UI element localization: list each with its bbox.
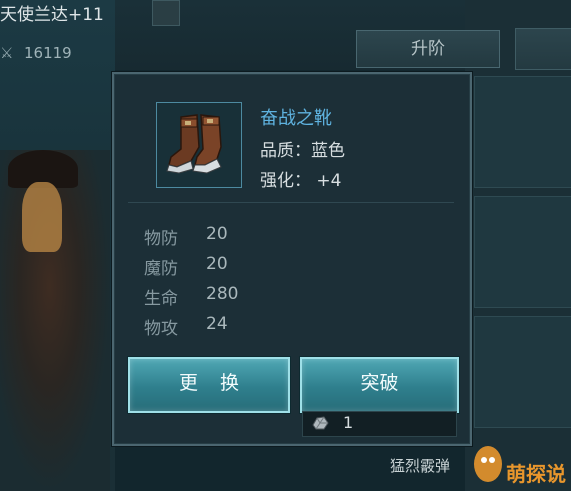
divider bbox=[128, 202, 454, 203]
skill-label: 猛烈霰弹 bbox=[390, 457, 451, 475]
replace-button[interactable]: 更换 bbox=[128, 357, 290, 413]
equipment-slot[interactable] bbox=[474, 316, 571, 428]
stat-value: 20 bbox=[206, 254, 228, 274]
item-icon-frame bbox=[156, 102, 242, 188]
menu-icon[interactable] bbox=[152, 0, 180, 26]
boots-icon bbox=[166, 114, 222, 174]
stat-label: 生命 bbox=[144, 289, 178, 309]
watermark-text: 萌探说 bbox=[506, 462, 566, 486]
ore-icon bbox=[312, 416, 329, 430]
stat-row: 物防 20 bbox=[144, 224, 228, 249]
watermark-logo-icon bbox=[474, 446, 502, 482]
side-tab[interactable] bbox=[515, 28, 571, 70]
hero-hair bbox=[22, 182, 62, 252]
item-enhance: 强化： +4 bbox=[260, 171, 342, 191]
breakthrough-button[interactable]: 突破 bbox=[300, 357, 459, 413]
stat-row: 物攻 24 bbox=[144, 314, 228, 339]
equipment-slot[interactable] bbox=[474, 196, 571, 308]
stat-value: 20 bbox=[206, 224, 228, 244]
upgrade-button[interactable]: 升阶 bbox=[356, 30, 500, 68]
stat-row: 生命 280 bbox=[144, 284, 238, 309]
hero-name: 天使兰达+11 bbox=[0, 5, 104, 25]
item-name: 奋战之靴 bbox=[260, 108, 332, 129]
watermark: 萌探说 bbox=[470, 430, 571, 491]
sword-icon: ⚔ bbox=[0, 44, 14, 62]
item-detail-panel: 奋战之靴 品质：蓝色 强化： +4 物防 20 魔防 20 生命 280 物攻 … bbox=[112, 72, 472, 446]
stat-label: 物防 bbox=[144, 229, 178, 249]
stat-label: 物攻 bbox=[144, 319, 178, 339]
stat-value: 24 bbox=[206, 314, 228, 334]
cost-amount: 1 bbox=[343, 413, 354, 432]
breakthrough-cost: 1 bbox=[302, 411, 457, 437]
stat-row: 魔防 20 bbox=[144, 254, 228, 279]
item-quality: 品质：蓝色 bbox=[260, 141, 345, 161]
hero-power: 16119 bbox=[24, 44, 72, 62]
equipment-slot[interactable] bbox=[474, 76, 571, 188]
stat-label: 魔防 bbox=[144, 259, 178, 279]
stat-value: 280 bbox=[206, 284, 239, 304]
